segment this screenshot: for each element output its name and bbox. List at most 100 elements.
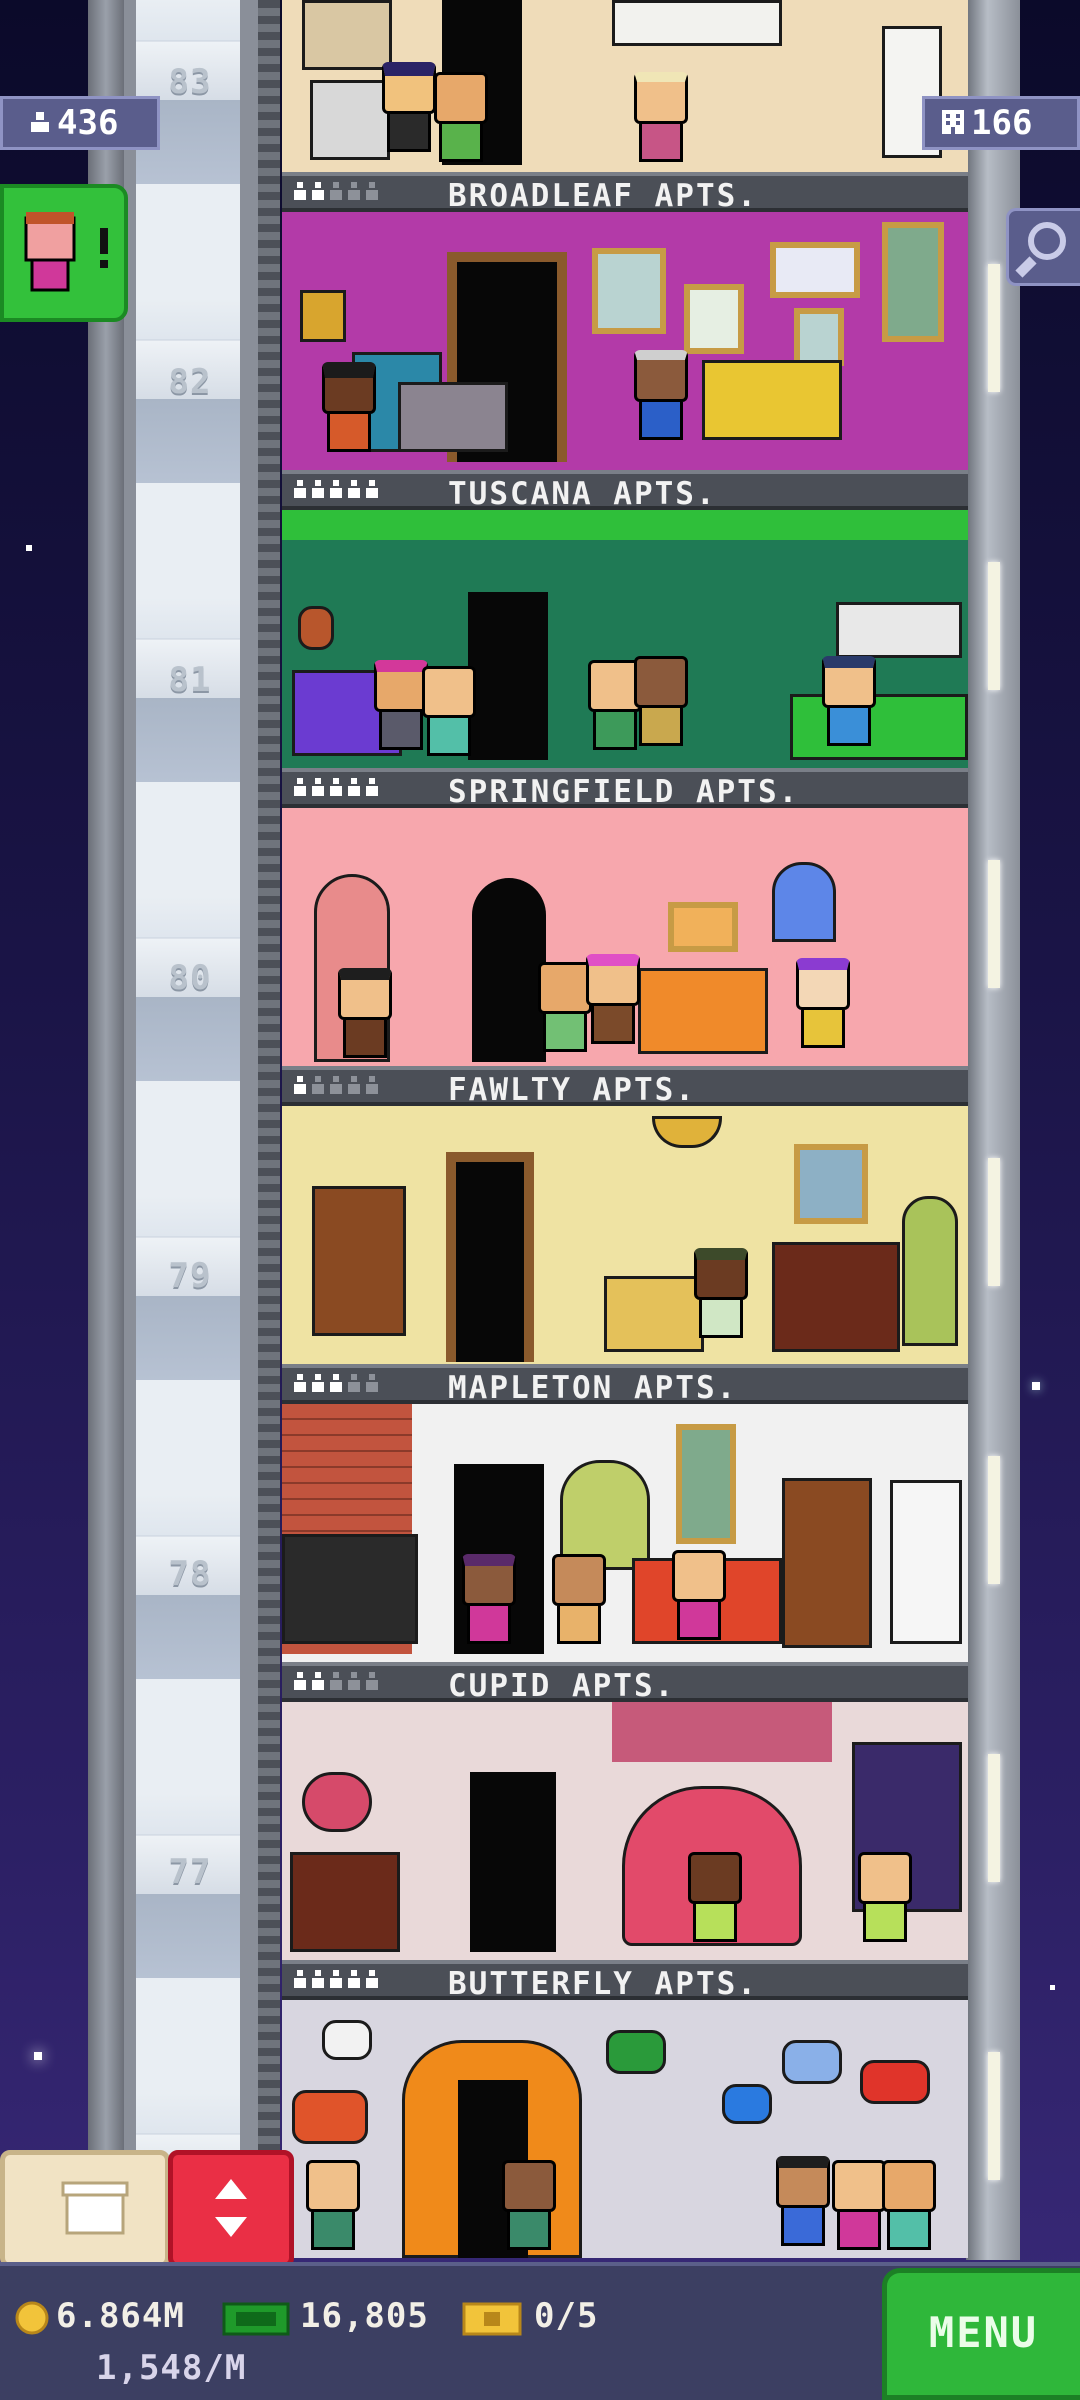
resident-icon — [348, 1672, 360, 1692]
resident-icon — [366, 1970, 378, 1990]
stove — [310, 80, 390, 160]
floor-lamp — [772, 862, 836, 942]
resident[interactable] — [672, 1550, 726, 1640]
floor-room-top[interactable] — [282, 0, 968, 172]
doorway — [468, 592, 548, 760]
star — [1050, 1985, 1055, 1990]
resident-icon — [348, 1970, 360, 1990]
zoom-button[interactable] — [1006, 208, 1080, 286]
floor-springfield-apts[interactable]: SPRINGFIELD APTS. — [282, 768, 968, 1066]
kitchen-cabinet — [612, 0, 782, 46]
room-interior — [282, 808, 968, 1066]
resident[interactable] — [822, 656, 876, 746]
population-badge[interactable]: 436 — [0, 96, 160, 150]
pillar-lamp — [988, 1158, 1000, 1286]
resident[interactable] — [306, 2160, 360, 2250]
room-interior — [282, 212, 968, 470]
pillar-lamp — [988, 2052, 1000, 2180]
wall-painting — [592, 248, 666, 334]
building-icon — [939, 101, 967, 149]
bookshelf — [302, 0, 392, 70]
resident-burglar[interactable] — [322, 362, 376, 452]
resident-icon — [312, 182, 324, 202]
resident[interactable] — [634, 656, 688, 746]
room-interior — [282, 1404, 968, 1662]
occupancy-indicator — [294, 182, 378, 202]
build-floor-button[interactable] — [0, 2150, 170, 2268]
occupancy-indicator — [294, 1374, 378, 1394]
kitchen-counter — [790, 694, 968, 760]
resident[interactable] — [694, 1248, 748, 1338]
fireplace — [772, 1242, 900, 1352]
resident[interactable] — [434, 72, 488, 162]
resident[interactable] — [882, 2160, 936, 2250]
resident-icon — [348, 1374, 360, 1394]
resident-icon — [330, 182, 342, 202]
refrigerator — [890, 1480, 962, 1644]
bux-icon — [222, 2300, 292, 2342]
resident-icon — [312, 480, 324, 500]
resident[interactable] — [858, 1852, 912, 1942]
curtains — [612, 1702, 832, 1762]
resident[interactable] — [502, 2160, 556, 2250]
resident[interactable] — [338, 968, 392, 1058]
wall-painting — [882, 222, 944, 342]
resident[interactable] — [586, 954, 640, 1044]
elevator-button[interactable] — [168, 2150, 294, 2268]
resident[interactable] — [634, 72, 688, 162]
floor-tuscana-apts[interactable]: TUSCANA APTS. — [282, 470, 968, 768]
coin-icon — [14, 2300, 50, 2340]
wall-painting — [676, 1424, 736, 1544]
resident[interactable] — [634, 350, 688, 440]
resident[interactable] — [422, 666, 476, 756]
armchair — [604, 1276, 704, 1352]
menu-button[interactable]: MENU — [882, 2268, 1080, 2400]
income-value: 1,548/M — [96, 2348, 247, 2388]
floor-butterfly-apts[interactable]: BUTTERFLY APTS. — [282, 1960, 968, 2258]
floor-mapleton-apts[interactable]: MAPLETON APTS. — [282, 1364, 968, 1662]
coins-value: 6.864M — [56, 2296, 185, 2336]
floor-banner: FAWLTY APTS. — [282, 1066, 968, 1108]
floor-banner: TUSCANA APTS. — [282, 470, 968, 512]
pet-rhino — [398, 382, 508, 452]
resident[interactable] — [776, 2156, 830, 2246]
pillar-lamp — [988, 562, 1000, 690]
potted-plant — [902, 1196, 958, 1346]
resident-icon — [294, 1672, 306, 1692]
resident[interactable] — [796, 958, 850, 1048]
butterfly-decor — [606, 2030, 666, 2074]
resident[interactable] — [688, 1852, 742, 1942]
ticket-icon — [462, 2300, 522, 2342]
floor-name: CUPID APTS. — [448, 1668, 676, 1704]
resident-icon — [312, 1970, 324, 1990]
resident[interactable] — [462, 1554, 516, 1644]
floor-number-80: 80 — [168, 958, 212, 998]
room-interior — [282, 2000, 968, 2258]
floor-broadleaf-apts[interactable]: BROADLEAF APTS. — [282, 172, 968, 470]
resident[interactable] — [552, 1554, 606, 1644]
resident[interactable] — [538, 962, 592, 1052]
floors-badge[interactable]: 166 — [922, 96, 1080, 150]
fireplace — [290, 1852, 400, 1952]
floor-fawlty-apts[interactable]: FAWLTY APTS. — [282, 1066, 968, 1364]
resident[interactable] — [374, 660, 428, 750]
room-interior — [282, 510, 968, 768]
tickets-value: 0/5 — [534, 2296, 599, 2336]
wall-painting — [770, 242, 860, 298]
floor-banner: BUTTERFLY APTS. — [282, 1960, 968, 2002]
floor-name: FAWLTY APTS. — [448, 1072, 696, 1108]
floor-cupid-apts[interactable]: CUPID APTS. — [282, 1662, 968, 1960]
box-icon — [61, 2181, 129, 2235]
kitchen-cabinet — [836, 602, 962, 658]
resident[interactable] — [832, 2160, 886, 2250]
floor-number-79: 79 — [168, 1256, 212, 1296]
resident-icon — [294, 480, 306, 500]
resident-wizard[interactable] — [382, 62, 436, 152]
visitor-alert-button[interactable] — [0, 184, 128, 322]
bux-value: 16,805 — [300, 2296, 429, 2336]
wall-painting — [794, 308, 844, 366]
resident-icon — [330, 1970, 342, 1990]
butterfly-decor — [292, 2090, 368, 2144]
resident-icon — [348, 480, 360, 500]
star — [34, 2052, 42, 2060]
